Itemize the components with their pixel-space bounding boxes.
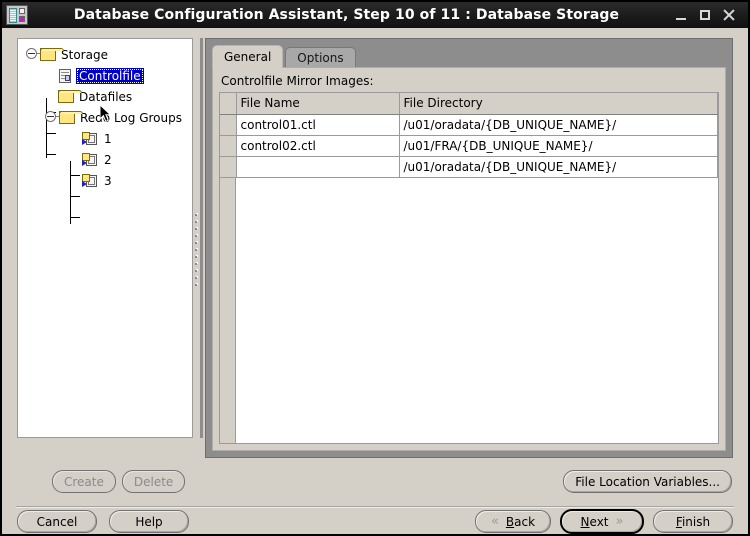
cancel-button[interactable]: Cancel [17, 510, 97, 533]
redo-log-icon [82, 173, 99, 188]
next-button-label: ext [589, 514, 609, 529]
storage-tree: Storage Controlfile Datafiles Redo Log G… [18, 39, 192, 224]
application-window: Database Configuration Assistant, Step 1… [0, 0, 750, 536]
table-row[interactable]: control01.ctl /u01/oradata/{DB_UNIQUE_NA… [220, 114, 718, 136]
separator [16, 506, 734, 508]
divider-grip[interactable] [195, 213, 200, 293]
help-button[interactable]: Help [109, 510, 189, 533]
tree-node-label: 2 [104, 152, 112, 167]
title-bar: Database Configuration Assistant, Step 1… [2, 2, 748, 28]
table-header-row: File Name File Directory [220, 93, 718, 115]
close-icon[interactable] [723, 7, 736, 23]
cell-file-name[interactable]: control02.ctl [236, 135, 400, 157]
delete-button[interactable]: Delete [121, 470, 186, 493]
tab-panel-general: Controlfile Mirror Images: File Name Fil… [212, 67, 726, 451]
expand-collapse-icon[interactable] [26, 48, 41, 61]
tab-options[interactable]: Options [285, 47, 356, 68]
folder-icon [59, 111, 83, 124]
maximize-icon[interactable] [699, 7, 712, 23]
row-header-corner [220, 93, 237, 115]
back-button-mnemonic: B [505, 514, 515, 529]
tree-node-storage[interactable]: Storage [24, 44, 192, 65]
back-button[interactable]: « Back [475, 510, 551, 533]
tree-node-redo-log-groups[interactable]: Redo Log Groups [24, 107, 192, 128]
redo-log-icon [82, 131, 99, 146]
file-location-variables-wrap: File Location Variables... [563, 470, 732, 493]
column-header-file-name[interactable]: File Name [236, 93, 400, 115]
tree-node-redo-group-1[interactable]: 1 [24, 128, 192, 149]
table-row[interactable]: control02.ctl /u01/FRA/{DB_UNIQUE_NAME}/ [220, 135, 718, 157]
tree-node-label: Redo Log Groups [80, 110, 182, 125]
tree-node-label-selected: Controlfile [76, 67, 144, 84]
row-selector[interactable] [220, 114, 237, 136]
tab-general[interactable]: General [212, 45, 284, 68]
tree-node-label: Storage [61, 47, 108, 62]
back-button-label: ack [514, 514, 536, 529]
next-button-mnemonic: N [580, 514, 590, 529]
tree-node-redo-group-3[interactable]: 3 [24, 170, 192, 191]
column-header-file-directory[interactable]: File Directory [399, 93, 718, 115]
file-location-variables-button[interactable]: File Location Variables... [563, 470, 732, 493]
controlfile-icon [58, 68, 73, 83]
dialog-buttons-right: « Back Next » Finish [475, 509, 733, 534]
chevron-right-icon: » [615, 514, 624, 529]
row-selector[interactable] [220, 156, 237, 178]
chevron-left-icon: « [490, 514, 499, 529]
expand-collapse-icon[interactable] [45, 111, 60, 124]
tree-node-datafiles[interactable]: Datafiles [24, 86, 192, 107]
next-button[interactable]: Next » [560, 509, 644, 534]
detail-panel: General Options Controlfile Mirror Image… [205, 38, 733, 458]
finish-button-label: inish [681, 514, 711, 529]
window-title: Database Configuration Assistant, Step 1… [73, 7, 620, 23]
tree-node-label: 3 [104, 173, 112, 188]
cell-file-directory[interactable]: /u01/oradata/{DB_UNIQUE_NAME}/ [399, 114, 718, 136]
cell-file-name[interactable] [236, 156, 400, 178]
finish-button[interactable]: Finish [653, 510, 733, 533]
window-body: Storage Controlfile Datafiles Redo Log G… [2, 28, 748, 534]
minimize-icon[interactable] [675, 7, 688, 23]
row-selector[interactable] [220, 135, 237, 157]
tab-strip: General Options [212, 45, 356, 68]
create-button[interactable]: Create [52, 470, 116, 493]
tree-node-label: Datafiles [79, 89, 133, 104]
storage-tree-panel[interactable]: Storage Controlfile Datafiles Redo Log G… [17, 38, 193, 438]
cell-file-directory[interactable]: /u01/oradata/{DB_UNIQUE_NAME}/ [399, 156, 718, 178]
folder-icon [40, 48, 64, 61]
cell-file-directory[interactable]: /u01/FRA/{DB_UNIQUE_NAME}/ [399, 135, 718, 157]
controlfile-mirror-table[interactable]: File Name File Directory control01.ctl /… [219, 92, 719, 444]
window-controls [675, 7, 748, 23]
database-icon [6, 5, 28, 25]
create-delete-buttons: Create Delete [52, 470, 186, 493]
table-row[interactable]: /u01/oradata/{DB_UNIQUE_NAME}/ [220, 156, 718, 178]
section-label: Controlfile Mirror Images: [221, 74, 374, 88]
tree-node-controlfile[interactable]: Controlfile [24, 65, 192, 86]
redo-log-icon [82, 152, 99, 167]
split-pane-divider[interactable] [194, 38, 204, 438]
tree-node-redo-group-2[interactable]: 2 [24, 149, 192, 170]
dialog-buttons-left: Cancel Help [17, 510, 189, 533]
folder-icon [58, 90, 82, 103]
tree-node-label: 1 [104, 131, 112, 146]
cell-file-name[interactable]: control01.ctl [236, 114, 400, 136]
